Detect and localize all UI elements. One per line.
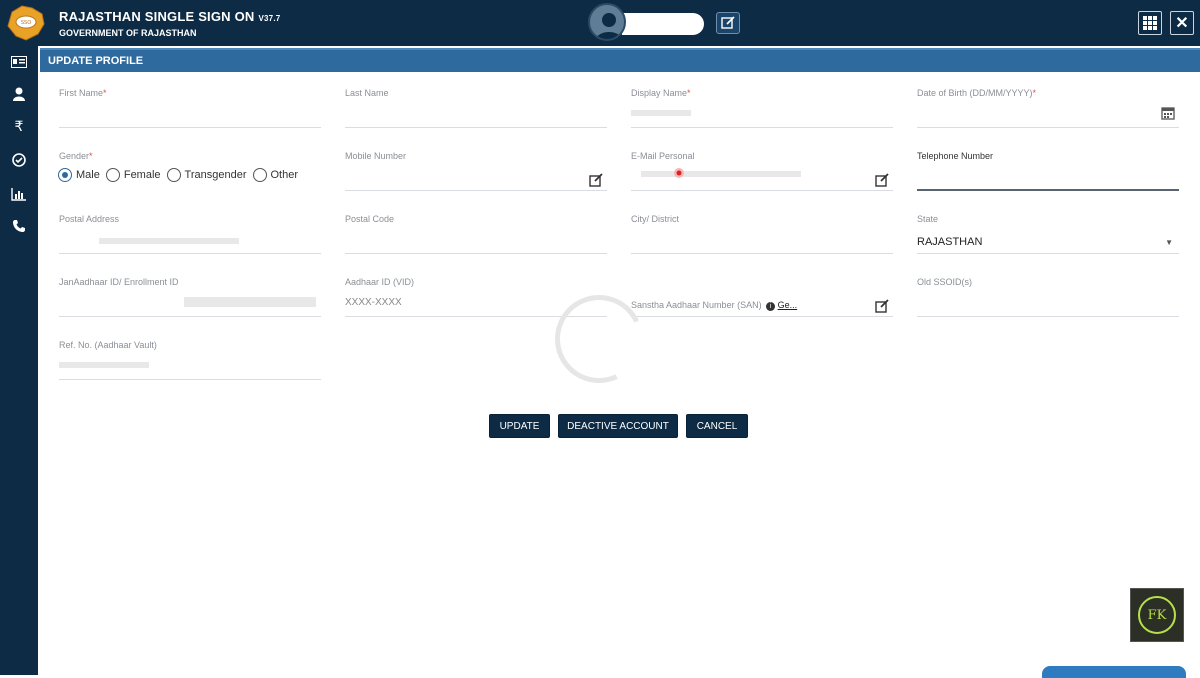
avatar[interactable] [588, 3, 626, 41]
chat-widget-tab[interactable] [1042, 666, 1186, 678]
grid-icon [1143, 16, 1157, 30]
app-title: RAJASTHAN SINGLE SIGN ON V37.7 [59, 9, 281, 24]
id-card-icon [11, 56, 27, 68]
edit-icon [721, 16, 735, 29]
gender-radio-other[interactable] [252, 168, 267, 182]
watermark-logo: FK [1130, 588, 1184, 642]
close-icon: ✕ [1175, 15, 1189, 32]
old-ssoid-label: Old SSOID(s) [917, 277, 973, 287]
email-label: E-Mail Personal [631, 151, 695, 161]
telephone-field[interactable]: Telephone Number [917, 151, 1179, 191]
check-circle-icon [12, 153, 26, 167]
mobile-field[interactable]: Mobile Number [345, 151, 607, 191]
gender-label-other: Other [270, 169, 299, 181]
page-title: UPDATE PROFILE [48, 55, 144, 67]
mobile-label: Mobile Number [345, 151, 407, 161]
rajasthan-logo-icon: SSO [7, 5, 45, 41]
bar-chart-icon [11, 188, 26, 201]
user-name-redacted [622, 13, 704, 35]
apps-grid-button[interactable] [1138, 11, 1162, 35]
state-label: State [917, 214, 939, 224]
aadhaar-label: Aadhaar ID (VID) [345, 277, 415, 287]
section-header: UPDATE PROFILE [40, 48, 1200, 72]
phone-icon [13, 220, 25, 232]
last-name-label: Last Name [345, 88, 389, 98]
first-name-label: First Name [59, 88, 104, 98]
gender-radio-female[interactable] [105, 168, 120, 182]
postal-code-field[interactable]: Postal Code [345, 214, 607, 254]
san-link[interactable]: Ge... [778, 300, 798, 310]
close-button[interactable]: ✕ [1170, 11, 1194, 35]
gender-label-transgender: Transgender [184, 169, 247, 181]
sidebar-item-reports[interactable] [9, 184, 29, 204]
email-field[interactable]: E-Mail Personal [631, 151, 893, 191]
redacted-value [184, 297, 316, 307]
sidebar-item-payment[interactable]: ₹ [9, 116, 29, 136]
gender-label-female: Female [123, 169, 161, 181]
display-name-label: Display Name [631, 88, 688, 98]
svg-text:SSO: SSO [21, 20, 31, 26]
user-avatar-icon [595, 13, 623, 39]
update-button[interactable]: UPDATE [489, 414, 550, 438]
cursor-dot-icon [674, 168, 684, 178]
state-select[interactable]: State RAJASTHAN ▼ [917, 214, 1179, 254]
display-name-field[interactable]: Display Name* [631, 88, 893, 128]
calendar-icon[interactable] [1161, 106, 1175, 120]
postal-address-field[interactable]: Postal Address [59, 214, 321, 254]
janaadhaar-label: JanAadhaar ID/ Enrollment ID [59, 277, 179, 287]
sidebar: ₹ [0, 46, 38, 675]
app-subtitle: GOVERNMENT OF RAJASTHAN [59, 28, 197, 38]
state-value: RAJASTHAN [917, 236, 983, 248]
required-mark: * [687, 88, 691, 98]
info-icon: i [766, 302, 776, 311]
telephone-label: Telephone Number [917, 151, 994, 161]
redacted-value [641, 171, 801, 177]
cancel-button[interactable]: CANCEL [686, 414, 748, 438]
san-label: Sanstha Aadhaar Number (SAN) [631, 300, 762, 310]
redacted-value [59, 362, 149, 368]
required-mark: * [1032, 88, 1037, 98]
postal-address-label: Postal Address [59, 214, 120, 224]
postal-code-label: Postal Code [345, 214, 395, 224]
app-version: V37.7 [258, 14, 281, 23]
old-ssoid-field[interactable]: Old SSOID(s) [917, 277, 1179, 317]
san-field[interactable]: Sanstha Aadhaar Number (SAN) i Ge... [631, 297, 893, 317]
janaadhaar-field[interactable]: JanAadhaar ID/ Enrollment ID [59, 277, 321, 317]
edit-email-icon[interactable] [875, 173, 889, 187]
dob-field[interactable]: Date of Birth (DD/MM/YYYY)* [917, 88, 1179, 128]
gender-radio-group: Male Female Transgender Other [58, 168, 304, 182]
sidebar-item-id-card[interactable] [9, 52, 29, 72]
first-name-field[interactable]: First Name* [59, 88, 321, 128]
gender-radio-transgender[interactable] [166, 168, 181, 182]
ref-no-label: Ref. No. (Aadhaar Vault) [59, 340, 157, 350]
city-field[interactable]: City/ District [631, 214, 893, 254]
deactive-account-button[interactable]: DEACTIVE ACCOUNT [558, 414, 678, 438]
required-mark: * [103, 88, 107, 98]
redacted-value [99, 238, 239, 244]
top-bar: SSO RAJASTHAN SINGLE SIGN ON V37.7 GOVERN… [0, 0, 1200, 46]
redacted-value [631, 110, 691, 116]
ref-no-field[interactable]: Ref. No. (Aadhaar Vault) [59, 340, 321, 380]
sidebar-item-user[interactable] [9, 84, 29, 104]
sidebar-item-contact[interactable] [9, 216, 29, 236]
sidebar-item-status[interactable] [9, 150, 29, 170]
city-label: City/ District [631, 214, 679, 224]
user-icon [13, 87, 25, 101]
gender-radio-male[interactable] [58, 168, 72, 182]
dob-label: Date of Birth (DD/MM/YYYY) [917, 88, 1033, 98]
gender-label: Gender [59, 151, 90, 161]
gender-label-male: Male [76, 169, 100, 181]
edit-mobile-icon[interactable] [589, 173, 603, 187]
watermark-text: FK [1138, 596, 1176, 634]
chevron-down-icon: ▼ [1165, 238, 1173, 247]
last-name-field[interactable]: Last Name [345, 88, 607, 128]
aadhaar-value: XXXX-XXXX [345, 297, 402, 308]
rupee-icon: ₹ [14, 117, 24, 134]
edit-profile-button[interactable] [716, 12, 740, 34]
edit-san-icon[interactable] [875, 299, 889, 313]
required-mark: * [89, 151, 93, 161]
